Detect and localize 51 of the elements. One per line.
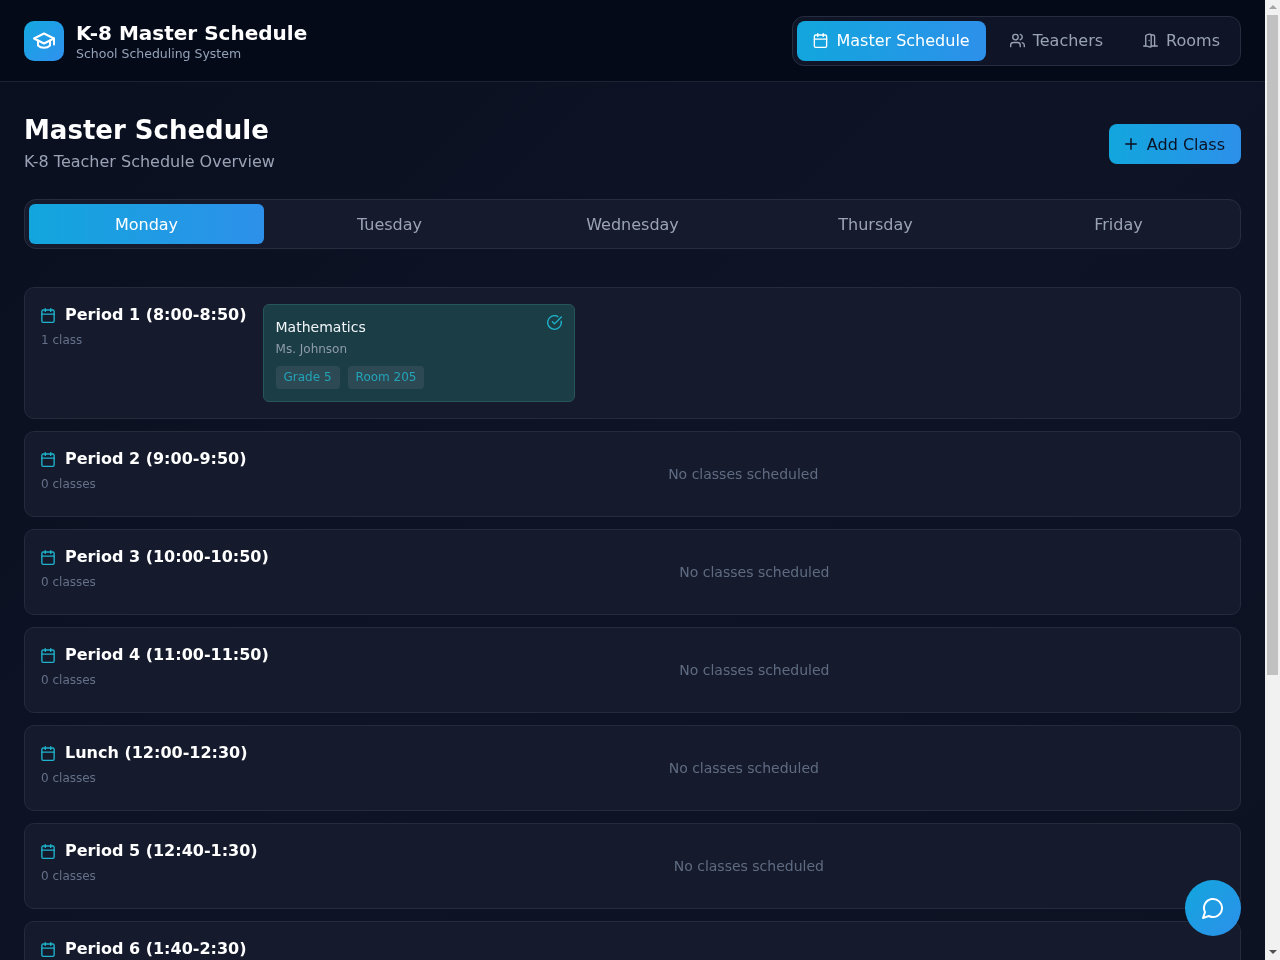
class-count: 0 classes bbox=[41, 770, 97, 786]
class-card[interactable]: Mathematics Ms. Johnson Grade 5 Room 205 bbox=[262, 304, 575, 402]
calendar-icon bbox=[41, 745, 55, 761]
calendar-icon bbox=[41, 941, 55, 957]
period-title: Lunch (12:00-12:30) bbox=[65, 742, 248, 764]
empty-message: No classes scheduled bbox=[678, 563, 831, 582]
empty-message: No classes scheduled bbox=[678, 661, 831, 680]
page-subtitle: K-8 Teacher Schedule Overview bbox=[24, 151, 275, 173]
page-title: Master Schedule bbox=[24, 114, 270, 146]
door-icon bbox=[1143, 33, 1159, 48]
class-subject: Mathematics bbox=[275, 318, 366, 337]
calendar-icon bbox=[813, 33, 829, 48]
calendar-icon bbox=[41, 451, 55, 467]
graduation-cap-logo-icon bbox=[24, 20, 64, 61]
people-icon bbox=[1009, 33, 1025, 48]
calendar-icon bbox=[41, 647, 55, 663]
teacher-name: Ms. Johnson bbox=[275, 341, 349, 357]
chat-bubble-icon bbox=[1202, 897, 1224, 919]
empty-message: No classes scheduled bbox=[667, 759, 820, 778]
day-tab[interactable]: Thursday bbox=[758, 204, 993, 244]
class-count: 0 classes bbox=[41, 574, 97, 590]
class-count: 0 classes bbox=[41, 672, 97, 688]
day-tab[interactable]: Tuesday bbox=[272, 204, 507, 244]
scrollbar-thumb[interactable] bbox=[1267, 15, 1278, 675]
nav-tab[interactable]: Rooms bbox=[1127, 20, 1236, 61]
day-tab[interactable]: Friday bbox=[1001, 204, 1236, 244]
scroll-up-icon[interactable] bbox=[1268, 5, 1277, 9]
calendar-icon bbox=[41, 307, 55, 323]
plus-icon bbox=[1124, 138, 1137, 150]
class-count: 0 classes bbox=[41, 476, 97, 492]
class-count: 1 class bbox=[41, 332, 84, 348]
period-title: Period 5 (12:40-1:30) bbox=[65, 840, 258, 862]
tag: Grade 5 bbox=[275, 366, 340, 389]
day-tab[interactable]: Wednesday bbox=[515, 204, 750, 244]
period-title: Period 1 (8:00-8:50) bbox=[65, 304, 247, 326]
class-count: 0 classes bbox=[41, 868, 97, 884]
app-subtitle: School Scheduling System bbox=[76, 45, 243, 62]
calendar-icon bbox=[41, 549, 55, 565]
scrollbar-track[interactable] bbox=[1265, 0, 1280, 960]
scroll-down-icon[interactable] bbox=[1268, 950, 1277, 954]
app-title: K-8 Master Schedule bbox=[76, 19, 308, 46]
nav-tab[interactable]: Teachers bbox=[993, 20, 1120, 61]
period-title: Period 6 (1:40-2:30) bbox=[65, 938, 247, 960]
period-title: Period 3 (10:00-10:50) bbox=[65, 546, 269, 568]
calendar-icon bbox=[41, 843, 55, 859]
period-title: Period 2 (9:00-9:50) bbox=[65, 448, 247, 470]
add-class-button[interactable]: Add Class bbox=[1108, 124, 1241, 164]
period-title: Period 4 (11:00-11:50) bbox=[65, 644, 269, 666]
empty-message: No classes scheduled bbox=[667, 465, 820, 484]
empty-message: No classes scheduled bbox=[672, 857, 825, 876]
tag: Room 205 bbox=[347, 366, 425, 389]
